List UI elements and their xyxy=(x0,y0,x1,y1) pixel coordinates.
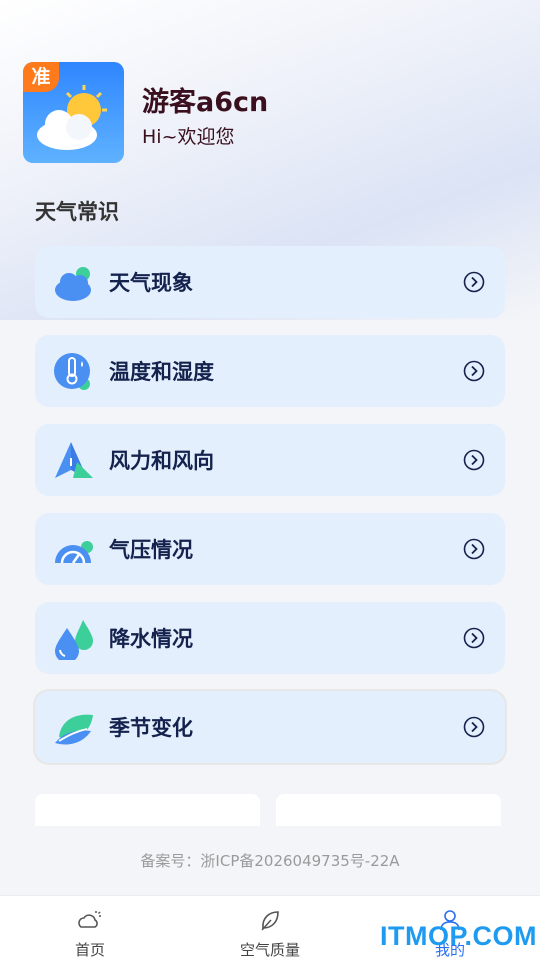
card-wind[interactable]: 风力和风向 xyxy=(35,424,505,496)
chevron-right-icon xyxy=(463,360,485,382)
tab-label: 首页 xyxy=(74,941,105,959)
icp-record: 备案号：浙ICP备2026049735号-22A xyxy=(140,852,400,870)
card-label: 温度和湿度 xyxy=(109,360,214,384)
chevron-right-icon xyxy=(463,716,485,738)
raindrop-icon xyxy=(55,620,93,660)
leaf-outline-icon xyxy=(261,911,279,931)
card-weather-phenomena[interactable]: 天气现象 xyxy=(35,246,505,318)
card-label: 风力和风向 xyxy=(109,449,214,473)
chevron-right-icon xyxy=(463,449,485,471)
app-logo[interactable]: 准 xyxy=(23,62,124,163)
sun-cloud-icon xyxy=(37,85,107,150)
card-pressure[interactable]: 气压情况 xyxy=(35,513,505,585)
chevron-right-icon xyxy=(463,538,485,560)
cloud-icon xyxy=(55,267,91,301)
tab-air-quality[interactable]: 空气质量 xyxy=(180,896,360,960)
tab-home[interactable]: 首页 xyxy=(0,896,180,960)
tab-label: 空气质量 xyxy=(239,941,300,959)
app-badge: 准 xyxy=(23,62,59,92)
chevron-right-icon xyxy=(463,271,485,293)
profile-header: 准 游客a6cn Hi~欢迎您 xyxy=(23,62,503,163)
welcome-text: Hi~欢迎您 xyxy=(142,126,235,148)
card-label: 天气现象 xyxy=(109,271,193,295)
card-precipitation[interactable]: 降水情况 xyxy=(35,602,505,674)
username: 游客a6cn xyxy=(142,87,269,118)
card-label: 降水情况 xyxy=(109,627,193,651)
card-temperature-humidity[interactable]: 温度和湿度 xyxy=(35,335,505,407)
wind-direction-icon xyxy=(55,442,93,478)
section-title: 天气常识 xyxy=(35,200,119,224)
chevron-right-icon xyxy=(463,627,485,649)
leaf-icon xyxy=(55,714,93,745)
thermometer-icon xyxy=(54,353,90,390)
card-label: 气压情况 xyxy=(109,538,193,562)
weather-icon xyxy=(78,911,101,928)
card-label: 季节变化 xyxy=(109,716,193,740)
card-seasons[interactable]: 季节变化 xyxy=(35,691,505,763)
pressure-gauge-icon xyxy=(55,541,93,564)
watermark: ITMOP.COM xyxy=(380,921,538,951)
